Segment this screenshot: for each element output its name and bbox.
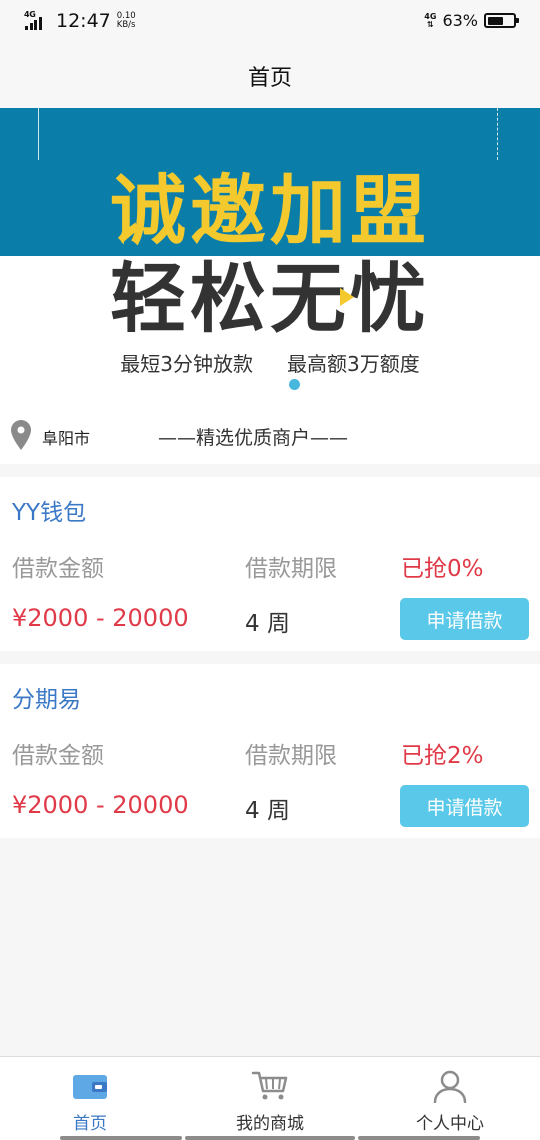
amount-label: 借款金额: [12, 743, 104, 769]
product-name: 分期易: [12, 687, 81, 713]
product-name: YY钱包: [12, 500, 87, 526]
tab-label: 个人中心: [416, 1114, 484, 1134]
grabbed-percent: 已抢2%: [401, 743, 484, 769]
carousel-indicator-dot[interactable]: [289, 379, 300, 390]
amount-label: 借款金额: [12, 556, 104, 582]
signal-icon: 4G: [24, 10, 50, 32]
nav-bar: 首页: [0, 44, 540, 108]
promo-banner[interactable]: 诚邀加盟 轻松无忧 最短3分钟放款 最高额3万额度: [0, 108, 540, 408]
amount-range: ¥2000 - 20000: [12, 604, 189, 632]
tab-label: 首页: [73, 1114, 107, 1134]
location-row: 阜阳市 ——精选优质商户——: [0, 408, 540, 464]
gesture-bar: [358, 1136, 480, 1140]
mobile-data-icon: 4G ⇅: [424, 11, 437, 29]
banner-tagline-right: 最高额3万额度: [287, 352, 420, 376]
term-label: 借款期限: [245, 743, 337, 769]
city-label[interactable]: 阜阳市: [42, 425, 90, 449]
cart-icon: [251, 1071, 288, 1100]
gesture-bar: [185, 1136, 355, 1140]
gesture-bar: [60, 1136, 182, 1140]
apply-loan-button[interactable]: 申请借款: [400, 598, 529, 640]
network-speed: 0.10 KB/s: [116, 11, 136, 30]
bottom-tab-bar: 首页 我的商城 个人中心: [0, 1056, 540, 1140]
banner-subheadline: 轻松无忧: [110, 254, 430, 343]
wallet-icon: [73, 1075, 107, 1099]
clock: 12:47: [56, 10, 111, 32]
play-arrow-icon: [340, 288, 354, 306]
grabbed-percent: 已抢0%: [401, 556, 484, 582]
banner-decor-line: [38, 108, 39, 160]
battery-icon: [484, 13, 519, 28]
loan-term: 4 周: [245, 798, 290, 824]
amount-range: ¥2000 - 20000: [12, 791, 189, 819]
banner-taglines: 最短3分钟放款 最高额3万额度: [0, 348, 540, 377]
banner-tagline-left: 最短3分钟放款: [120, 352, 253, 376]
page-title: 首页: [247, 66, 292, 91]
status-right: 4G ⇅ 63%: [424, 11, 519, 30]
tab-home[interactable]: 首页: [0, 1057, 180, 1140]
banner-decor-dashed-line: [497, 108, 498, 160]
apply-loan-button[interactable]: 申请借款: [400, 785, 529, 827]
section-title: ——精选优质商户——: [158, 427, 349, 449]
status-left: 4G 12:47 0.10 KB/s: [24, 10, 136, 32]
product-card[interactable]: YY钱包 借款金额 借款期限 已抢0% ¥2000 - 20000 4 周 申请…: [0, 477, 540, 651]
term-label: 借款期限: [245, 556, 337, 582]
banner-headline: 诚邀加盟: [110, 166, 430, 255]
tab-label: 我的商城: [236, 1114, 304, 1134]
location-pin-icon[interactable]: [11, 420, 31, 450]
person-icon: [433, 1070, 467, 1103]
tab-shop[interactable]: 我的商城: [180, 1057, 360, 1140]
loan-term: 4 周: [245, 611, 290, 637]
battery-percent: 63%: [442, 11, 478, 30]
tab-profile[interactable]: 个人中心: [360, 1057, 540, 1140]
product-card[interactable]: 分期易 借款金额 借款期限 已抢2% ¥2000 - 20000 4 周 申请借…: [0, 664, 540, 838]
status-bar: 4G 12:47 0.10 KB/s 4G ⇅ 63%: [0, 0, 540, 44]
